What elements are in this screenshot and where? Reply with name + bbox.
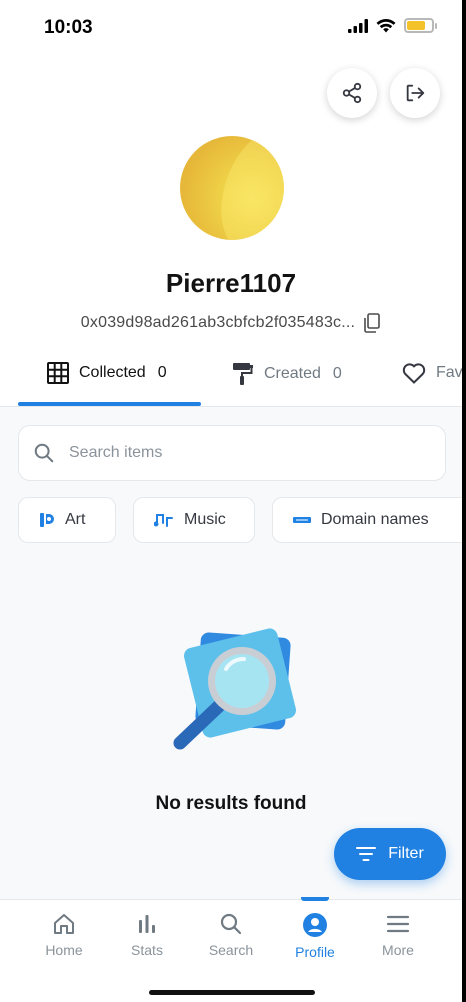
status-time: 10:03 xyxy=(44,17,93,38)
tab-created-label: Created xyxy=(264,365,321,382)
nav-item-stats[interactable]: Stats xyxy=(107,912,187,958)
nav-item-profile[interactable]: Profile xyxy=(275,912,355,960)
art-icon xyxy=(40,513,54,527)
home-icon xyxy=(54,914,74,934)
profile-icon xyxy=(303,913,327,937)
wifi-icon xyxy=(376,18,396,33)
nav-label-search: Search xyxy=(208,942,254,958)
category-chip-music[interactable]: Music xyxy=(133,497,255,543)
nav-label-stats: Stats xyxy=(131,942,163,958)
stats-icon xyxy=(139,915,155,933)
filter-button[interactable]: Filter xyxy=(334,828,446,880)
copy-icon[interactable] xyxy=(363,313,381,333)
chip-label-art: Art xyxy=(65,511,86,528)
logout-icon xyxy=(406,84,425,102)
nav-item-home[interactable]: Home xyxy=(24,912,104,958)
bottom-navigation: Home Stats Search Profile More xyxy=(0,897,462,1002)
empty-state-message: No results found xyxy=(155,793,307,814)
music-icon xyxy=(154,514,173,527)
filter-icon xyxy=(356,847,377,861)
wallet-address: 0x039d98ad261ab3cbfcb2f035483c... xyxy=(80,314,356,331)
grid-icon xyxy=(47,362,69,384)
signal-icon xyxy=(348,18,368,33)
tab-collected-count: 0 xyxy=(157,364,167,381)
paint-roller-icon xyxy=(233,363,253,385)
nav-label-home: Home xyxy=(45,942,83,958)
menu-icon xyxy=(386,915,410,933)
chip-label-music: Music xyxy=(184,511,226,528)
search-icon xyxy=(34,443,54,463)
nav-label-profile: Profile xyxy=(295,944,335,960)
category-chip-art[interactable]: Art xyxy=(18,497,116,543)
active-tab-indicator xyxy=(18,402,201,406)
category-chip-domain-names[interactable]: Domain names xyxy=(272,497,462,543)
app-screen: 10:03 Pierre1107 0x039d98ad261ab3cbfcb2f… xyxy=(0,0,462,1002)
items-panel: Art Music Domain names No results found xyxy=(0,407,462,899)
tab-collected[interactable]: Collected 0 xyxy=(47,362,167,384)
search-icon xyxy=(220,913,242,935)
nav-active-indicator xyxy=(301,897,329,901)
filter-button-label: Filter xyxy=(388,845,424,862)
tab-favorited[interactable]: Fav xyxy=(402,362,462,384)
share-button[interactable] xyxy=(327,68,377,118)
search-bar[interactable] xyxy=(18,425,446,481)
tab-favorited-label: Fav xyxy=(436,364,462,381)
chip-label-domain-names: Domain names xyxy=(321,511,429,528)
battery-icon xyxy=(404,18,437,33)
tab-created[interactable]: Created 0 xyxy=(232,362,342,386)
nav-item-more[interactable]: More xyxy=(358,912,438,958)
search-input[interactable] xyxy=(69,444,409,462)
nav-label-more: More xyxy=(382,942,414,958)
profile-username: Pierre1107 xyxy=(165,268,297,298)
tab-created-count: 0 xyxy=(332,365,342,382)
nav-item-search[interactable]: Search xyxy=(191,912,271,958)
domain-icon xyxy=(293,517,311,523)
wallet-address-row[interactable]: 0x039d98ad261ab3cbfcb2f035483c... xyxy=(0,313,462,333)
status-icons xyxy=(348,18,437,33)
no-results-illustration xyxy=(173,628,297,750)
home-indicator[interactable] xyxy=(149,990,315,995)
logout-button[interactable] xyxy=(390,68,440,118)
share-icon xyxy=(342,82,362,104)
heart-icon xyxy=(402,363,426,384)
avatar xyxy=(180,136,284,240)
tab-collected-label: Collected xyxy=(79,364,146,381)
profile-tabs: Collected 0 Created 0 Fav xyxy=(0,352,462,407)
